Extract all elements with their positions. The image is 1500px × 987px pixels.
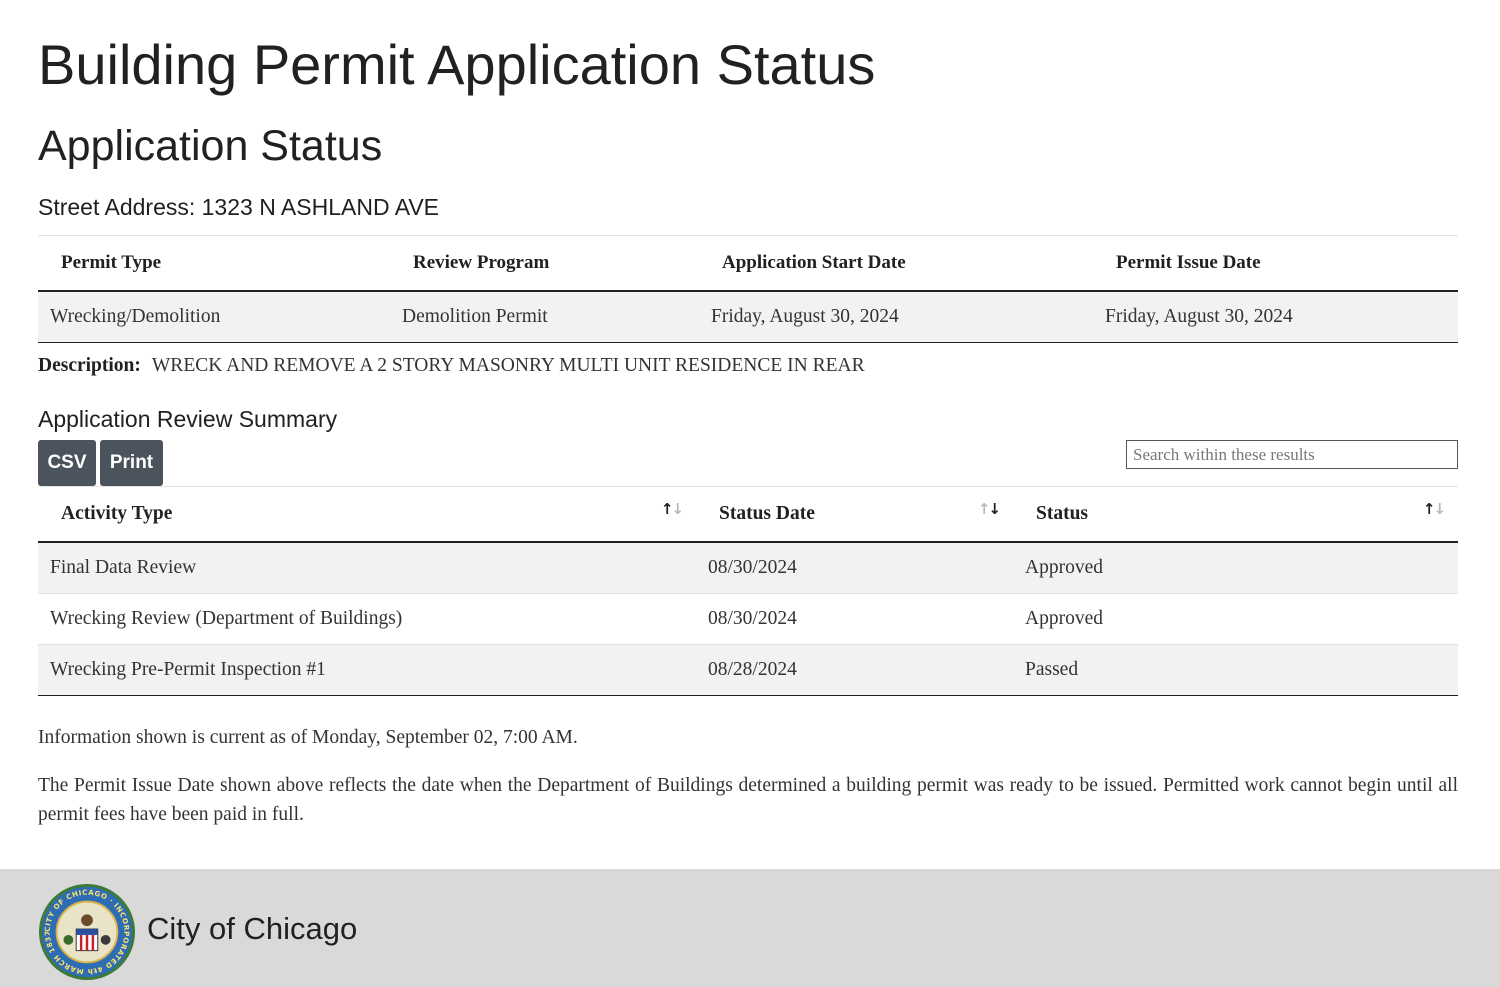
review-program-header: Review Program [390,235,699,292]
status-cell: Approved [1013,542,1458,594]
activity-type-header[interactable]: Activity Type ↑↓ [38,486,696,543]
sort-asc-icon: ↑↓ [1422,500,1446,518]
status-date-cell: 08/30/2024 [696,542,1013,594]
footer-city-name: City of Chicago [147,911,358,946]
status-header[interactable]: Status ↑↓ [1013,486,1458,543]
status-date-cell: 08/30/2024 [696,593,1013,645]
sort-desc-icon: ↑↓ [977,500,1001,518]
csv-button[interactable]: CSV [38,440,96,486]
description: Description: WRECK AND REMOVE A 2 STORY M… [38,352,1458,380]
description-label: Description: [38,355,141,376]
street-address-label: Street Address: [38,194,196,220]
street-address-value: 1323 N ASHLAND AVE [201,194,440,220]
review-table: Activity Type ↑↓ Status Date ↑↓ Status ↑… [38,486,1458,696]
status-date-header[interactable]: Status Date ↑↓ [696,486,1013,543]
application-start-date-header: Application Start Date [699,235,1093,292]
permit-type-header: Permit Type [38,235,390,292]
activity-type-cell: Wrecking Pre-Permit Inspection #1 [38,644,696,696]
sort-asc-icon: ↑↓ [660,500,684,518]
permit-issue-disclaimer: The Permit Issue Date shown above reflec… [38,774,1458,825]
page-title: Building Permit Application Status [38,33,876,96]
main-content: Building Permit Application Status Appli… [0,0,1500,829]
print-button[interactable]: Print [100,440,163,486]
review-summary-title: Application Review Summary [38,406,338,432]
review-program-cell: Demolition Permit [390,291,699,343]
permit-row: Wrecking/Demolition Demolition Permit Fr… [38,291,1458,343]
table-row: Final Data Review 08/30/2024 Approved [38,542,1458,594]
footer: CITY OF CHICAGO · INCORPORATED 4th MARCH… [0,869,1500,987]
table-row: Wrecking Review (Department of Buildings… [38,593,1458,645]
review-toolbar: CSV Print [38,440,1458,486]
activity-type-header-label: Activity Type [61,503,173,524]
search-input[interactable] [1126,440,1458,469]
review-table-header: Activity Type ↑↓ Status Date ↑↓ Status ↑… [38,486,1458,543]
section-title: Application Status [38,122,383,170]
permit-issue-date-cell: Friday, August 30, 2024 [1093,291,1458,343]
description-value: WRECK AND REMOVE A 2 STORY MASONRY MULTI… [151,355,865,376]
current-as-of-note: Information shown is current as of Monda… [38,727,578,748]
table-row: Wrecking Pre-Permit Inspection #1 08/28/… [38,644,1458,696]
application-start-date-cell: Friday, August 30, 2024 [699,291,1093,343]
status-cell: Passed [1013,644,1458,696]
status-date-header-label: Status Date [719,503,815,524]
activity-type-cell: Wrecking Review (Department of Buildings… [38,593,696,645]
permit-table: Permit Type Review Program Application S… [38,235,1458,343]
status-header-label: Status [1036,503,1089,524]
permit-type-cell: Wrecking/Demolition [38,291,390,343]
status-cell: Approved [1013,593,1458,645]
street-address: Street Address: 1323 N ASHLAND AVE [38,192,1458,222]
city-of-chicago-seal-icon[interactable]: CITY OF CHICAGO · INCORPORATED 4th MARCH… [38,883,136,981]
activity-type-cell: Final Data Review [38,542,696,594]
permit-table-header: Permit Type Review Program Application S… [38,235,1458,292]
status-date-cell: 08/28/2024 [696,644,1013,696]
permit-issue-date-header: Permit Issue Date [1093,235,1458,292]
